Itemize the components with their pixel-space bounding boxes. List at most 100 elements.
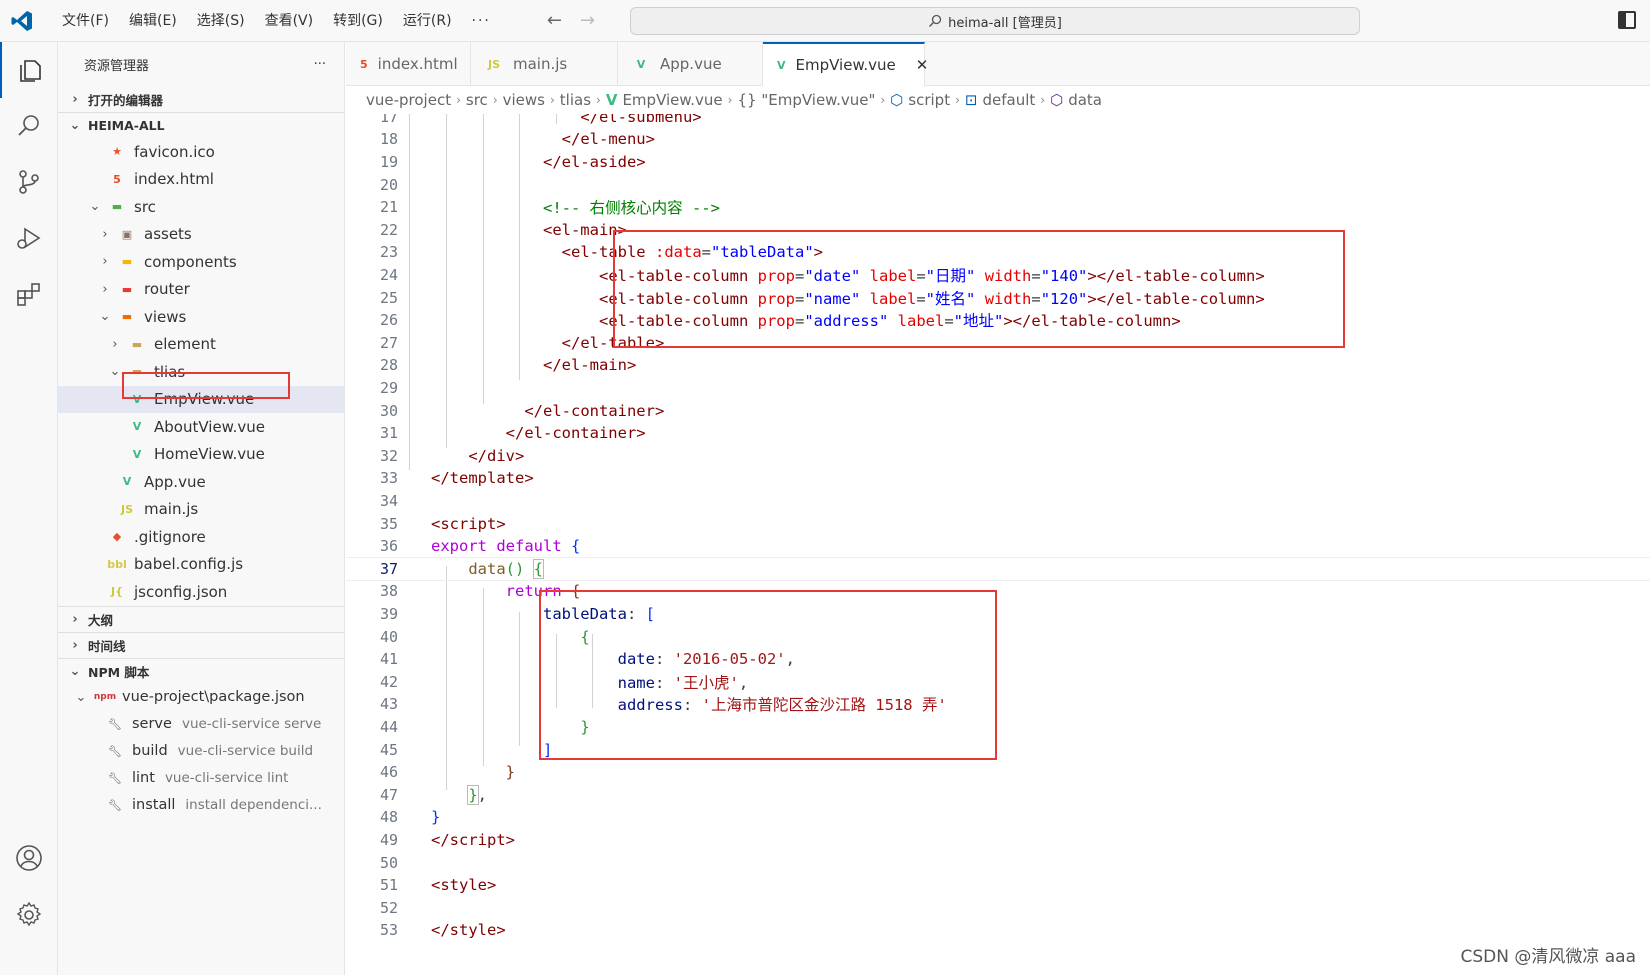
- extensions-icon[interactable]: [0, 266, 58, 322]
- tree-item[interactable]: V AboutView.vue: [58, 413, 344, 441]
- breadcrumb-item[interactable]: default: [982, 91, 1035, 109]
- code-line[interactable]: 21 <!-- 右侧核心内容 -->: [346, 195, 1650, 219]
- tree-item[interactable]: V App.vue: [58, 468, 344, 496]
- breadcrumb-item[interactable]: tlias: [560, 91, 591, 109]
- menu-selection[interactable]: 选择(S): [187, 0, 255, 42]
- code-line[interactable]: 50: [346, 851, 1650, 875]
- tree-item[interactable]: › ▬ router: [58, 276, 344, 304]
- breadcrumb-item[interactable]: src: [466, 91, 488, 109]
- tree-item[interactable]: JS main.js: [58, 496, 344, 524]
- menu-view[interactable]: 查看(V): [255, 0, 324, 42]
- tree-item[interactable]: ⌄ ▬ src: [58, 193, 344, 221]
- code-text: ]: [542, 740, 553, 759]
- breadcrumb-item[interactable]: vue-project: [366, 91, 451, 109]
- tree-item[interactable]: 5 index.html: [58, 166, 344, 194]
- breadcrumb-item[interactable]: script: [908, 91, 950, 109]
- code-line[interactable]: 34: [346, 489, 1650, 513]
- toggle-sidebar-layout-icon[interactable]: [1618, 11, 1636, 29]
- menu-more-button[interactable]: ···: [462, 0, 501, 42]
- menu-edit[interactable]: 编辑(E): [119, 0, 187, 42]
- outline-section[interactable]: › 大纲: [58, 605, 344, 632]
- accounts-icon[interactable]: [0, 830, 58, 886]
- breadcrumb-item[interactable]: data: [1068, 91, 1102, 109]
- menu-file[interactable]: 文件(F): [52, 0, 119, 42]
- settings-gear-icon[interactable]: [0, 887, 58, 943]
- npm-script-command: vue-cli-service build: [177, 743, 314, 759]
- code-line[interactable]: 36 export default {: [346, 534, 1650, 558]
- code-editor[interactable]: 17 </el-submenu> 18 </el-menu> 19 </el-asi…: [346, 114, 1650, 975]
- workspace-root-section[interactable]: ⌄ HEIMA-ALL: [58, 112, 344, 138]
- menu-go[interactable]: 转到(G): [323, 0, 393, 42]
- tab-app-vue[interactable]: V App.vue: [618, 42, 763, 86]
- code-line[interactable]: 49 </script>: [346, 828, 1650, 852]
- forward-arrow-icon[interactable]: →: [580, 10, 595, 31]
- breadcrumb-item[interactable]: views: [503, 91, 545, 109]
- tree-item[interactable]: ★ favicon.ico: [58, 138, 344, 166]
- line-number: 39: [379, 605, 398, 624]
- code-line[interactable]: 30 </el-container>: [346, 399, 1650, 423]
- code-line[interactable]: 37 data() {: [346, 557, 1650, 581]
- npm-script-item[interactable]: 🔧︎ lint vue-cli-service lint: [58, 765, 344, 792]
- tree-item[interactable]: bbl babel.config.js: [58, 551, 344, 579]
- vue-icon: V: [132, 447, 142, 461]
- code-line[interactable]: 31 </el-container>: [346, 421, 1650, 445]
- tree-item[interactable]: ⌄ ▬ views: [58, 303, 344, 331]
- tree-item-label: router: [144, 280, 190, 299]
- tab-main-js[interactable]: JS main.js: [471, 42, 618, 86]
- npm-package-item[interactable]: ⌄ npm vue-project\package.json: [58, 684, 344, 711]
- code-line[interactable]: 20: [346, 173, 1650, 197]
- code-line[interactable]: 51 <style>: [346, 873, 1650, 897]
- npm-script-item[interactable]: 🔧︎ build vue-cli-service build: [58, 738, 344, 765]
- close-tab-icon[interactable]: ✕: [916, 56, 929, 74]
- run-debug-icon[interactable]: [0, 210, 58, 266]
- breadcrumb-item[interactable]: {} "EmpView.vue": [737, 91, 875, 109]
- search-view-icon[interactable]: [0, 98, 58, 154]
- npm-scripts-list: 🔧︎ serve vue-cli-service serve 🔧︎ build vue-c…: [58, 711, 344, 819]
- code-line[interactable]: 17 </el-submenu>: [346, 114, 1650, 129]
- tab-index-html[interactable]: 5 index.html: [346, 42, 471, 86]
- tree-item-label: babel.config.js: [134, 555, 244, 574]
- code-line[interactable]: 53 </style>: [346, 919, 1650, 943]
- tab-label: index.html: [377, 55, 458, 73]
- tree-item[interactable]: › ▣ assets: [58, 221, 344, 249]
- code-text: </el-main>: [542, 356, 637, 375]
- tree-item[interactable]: ◆ .gitignore: [58, 523, 344, 551]
- tree-item[interactable]: › ▬ components: [58, 248, 344, 276]
- code-line[interactable]: 28 </el-main>: [346, 354, 1650, 378]
- watermark-text: CSDN @清风微凉 aaa: [1460, 947, 1636, 967]
- tree-item[interactable]: V HomeView.vue: [58, 441, 344, 469]
- code-line[interactable]: 52: [346, 896, 1650, 920]
- chevron-right-icon: ›: [102, 254, 108, 270]
- command-center-search[interactable]: heima-all [管理员]: [630, 7, 1360, 35]
- code-text: </el-container>: [505, 424, 646, 443]
- workspace-root-label: HEIMA-ALL: [88, 118, 165, 133]
- tree-item-label: App.vue: [144, 472, 206, 491]
- code-line[interactable]: 33 </template>: [346, 467, 1650, 491]
- code-line[interactable]: 19 </el-aside>: [346, 150, 1650, 174]
- code-line[interactable]: 32 </div>: [346, 444, 1650, 468]
- code-line[interactable]: 47 },: [346, 783, 1650, 807]
- code-line[interactable]: 48}: [346, 806, 1650, 830]
- tab-label: EmpView.vue: [795, 56, 896, 74]
- tree-item[interactable]: J{jsconfig.json: [58, 578, 344, 606]
- npm-script-item[interactable]: 🔧︎ serve vue-cli-service serve: [58, 711, 344, 738]
- explorer-icon[interactable]: [0, 42, 58, 98]
- source-control-icon[interactable]: [0, 154, 58, 210]
- code-line[interactable]: 35 <script>: [346, 512, 1650, 536]
- code-line[interactable]: 46 }: [346, 760, 1650, 784]
- code-line[interactable]: 29: [346, 376, 1650, 400]
- code-line[interactable]: 18 </el-menu>: [346, 128, 1650, 152]
- npm-script-item[interactable]: 🔧︎ install install dependenci...: [58, 792, 344, 819]
- open-editors-section[interactable]: › 打开的编辑器: [58, 86, 344, 112]
- line-number: 27: [379, 333, 398, 352]
- breadcrumb-item[interactable]: EmpView.vue: [622, 91, 722, 109]
- html-icon: 5: [360, 57, 368, 71]
- menu-run[interactable]: 运行(R): [393, 0, 462, 42]
- timeline-section[interactable]: › 时间线: [58, 631, 344, 658]
- explorer-more-button[interactable]: ···: [314, 57, 326, 72]
- npm-scripts-section[interactable]: ⌄ NPM 脚本: [58, 657, 344, 684]
- back-arrow-icon[interactable]: ←: [547, 10, 562, 31]
- tree-item[interactable]: › ▬ element: [58, 331, 344, 359]
- tab-empview-vue[interactable]: V EmpView.vue ✕: [763, 42, 928, 86]
- line-number: 32: [379, 446, 398, 465]
